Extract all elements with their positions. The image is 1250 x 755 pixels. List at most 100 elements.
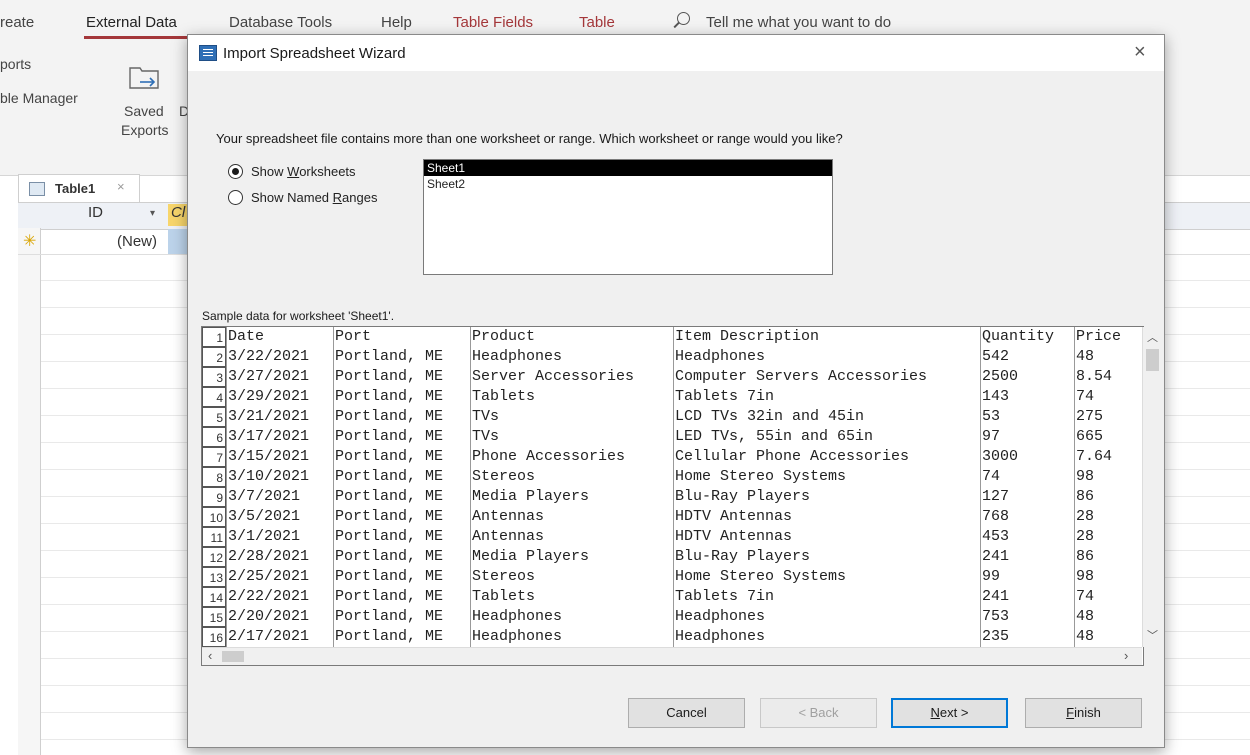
date-cell: 3/27/2021	[226, 367, 333, 387]
price-cell: 48	[1074, 627, 1142, 647]
saved-exports-label-line1[interactable]: Saved	[124, 103, 164, 119]
row-number: 12	[202, 547, 226, 567]
date-cell: 2/22/2021	[226, 587, 333, 607]
port-cell: Portland, ME	[333, 587, 470, 607]
price-cell: 7.64	[1074, 447, 1142, 467]
worksheet-item-sheet2[interactable]: Sheet2	[424, 176, 832, 192]
quantity-cell: 97	[980, 427, 1074, 447]
quantity-cell: 542	[980, 347, 1074, 367]
sample-data-row: 12 2/28/2021 Portland, ME Media Players Blu-…	[202, 547, 1142, 567]
scroll-left-icon[interactable]: ‹	[208, 648, 212, 663]
scroll-up-icon[interactable]: ︿	[1147, 329, 1158, 345]
port-cell: Portland, ME	[333, 427, 470, 447]
description-cell: Tablets 7in	[673, 587, 980, 607]
description-cell: Home Stereo Systems	[673, 567, 980, 587]
scroll-down-icon[interactable]: ﹀	[1147, 627, 1158, 643]
row-number: 15	[202, 607, 226, 627]
description-cell: Cellular Phone Accessories	[673, 447, 980, 467]
product-cell: Media Players	[470, 547, 673, 567]
close-icon[interactable]: ×	[117, 179, 125, 194]
close-icon[interactable]: ×	[1134, 41, 1146, 64]
show-worksheets-option[interactable]: Show Worksheets	[228, 162, 356, 180]
worksheet-listbox[interactable]: Sheet1 Sheet2	[423, 159, 833, 275]
description-cell: Headphones	[673, 627, 980, 647]
price-cell: 48	[1074, 607, 1142, 627]
product-cell: Product	[470, 327, 673, 347]
row-number: 13	[202, 567, 226, 587]
horizontal-scrollbar[interactable]: ‹ ›	[202, 647, 1142, 665]
chevron-down-icon[interactable]: ▾	[150, 208, 155, 219]
show-named-ranges-radio[interactable]	[228, 189, 243, 205]
quantity-cell: 235	[980, 627, 1074, 647]
price-cell: 275	[1074, 407, 1142, 427]
back-button[interactable]: < Back	[760, 698, 877, 728]
show-worksheets-label: Show Worksheets	[251, 163, 356, 179]
saved-exports-label-line2[interactable]: Exports	[121, 122, 168, 138]
date-cell: 3/7/2021	[226, 487, 333, 507]
sample-data-row: 7 3/15/2021 Portland, ME Phone Accessories C…	[202, 447, 1142, 467]
vertical-scrollbar[interactable]: ︿ ﹀	[1142, 327, 1162, 647]
port-cell: Portland, ME	[333, 487, 470, 507]
worksheet-item-sheet1[interactable]: Sheet1	[424, 160, 832, 176]
date-cell: 3/22/2021	[226, 347, 333, 367]
scroll-right-icon[interactable]: ›	[1124, 648, 1128, 663]
document-tab-table1[interactable]: Table1 ×	[18, 174, 140, 203]
vertical-scroll-thumb[interactable]	[1146, 349, 1159, 371]
quantity-cell: 3000	[980, 447, 1074, 467]
date-cell: 2/28/2021	[226, 547, 333, 567]
ribbon-linked-table-manager[interactable]: ble Manager	[0, 90, 78, 106]
cancel-button[interactable]: Cancel	[628, 698, 745, 728]
row-number: 14	[202, 587, 226, 607]
table-icon	[29, 182, 45, 196]
sample-data-row: 1 Date Port Product Item Description Quantity…	[202, 327, 1142, 347]
port-cell: Portland, ME	[333, 447, 470, 467]
import-spreadsheet-wizard-dialog: Import Spreadsheet Wizard × Your spreads…	[187, 34, 1165, 748]
description-cell: Tablets 7in	[673, 387, 980, 407]
row-number: 1	[202, 327, 226, 347]
tab-database-tools[interactable]: Database Tools	[229, 14, 332, 31]
record-selector-column	[18, 254, 41, 755]
product-cell: Headphones	[470, 347, 673, 367]
description-cell: Computer Servers Accessories	[673, 367, 980, 387]
row-number: 5	[202, 407, 226, 427]
tab-help[interactable]: Help	[381, 14, 412, 31]
quantity-cell: 241	[980, 547, 1074, 567]
product-cell: Antennas	[470, 507, 673, 527]
show-worksheets-radio[interactable]	[228, 163, 243, 179]
row-number: 10	[202, 507, 226, 527]
price-cell: 86	[1074, 547, 1142, 567]
tab-table[interactable]: Table	[579, 14, 615, 31]
row-number: 6	[202, 427, 226, 447]
date-cell: 2/20/2021	[226, 607, 333, 627]
quantity-cell: 143	[980, 387, 1074, 407]
sample-data-row: 11 3/1/2021 Portland, ME Antennas HDTV Anten…	[202, 527, 1142, 547]
price-cell: 86	[1074, 487, 1142, 507]
show-named-ranges-label: Show Named Ranges	[251, 189, 378, 205]
date-cell: 3/21/2021	[226, 407, 333, 427]
next-button[interactable]: Next >	[891, 698, 1008, 728]
sample-data-preview[interactable]: 1 Date Port Product Item Description Quantity…	[201, 326, 1162, 666]
tab-create[interactable]: reate	[0, 14, 34, 31]
quantity-cell: 127	[980, 487, 1074, 507]
port-cell: Portland, ME	[333, 467, 470, 487]
description-cell: Headphones	[673, 347, 980, 367]
product-cell: Antennas	[470, 527, 673, 547]
finish-button[interactable]: Finish	[1025, 698, 1142, 728]
wizard-prompt: Your spreadsheet file contains more than…	[216, 131, 843, 146]
row-number: 2	[202, 347, 226, 367]
show-named-ranges-option[interactable]: Show Named Ranges	[228, 188, 377, 206]
product-cell: Tablets	[470, 587, 673, 607]
new-record-cell[interactable]	[168, 229, 188, 254]
horizontal-scroll-thumb[interactable]	[222, 651, 244, 662]
price-cell: 8.54	[1074, 367, 1142, 387]
date-cell: 3/17/2021	[226, 427, 333, 447]
product-cell: Stereos	[470, 567, 673, 587]
tab-external-data[interactable]: External Data	[86, 14, 177, 31]
dialog-titlebar: Import Spreadsheet Wizard ×	[188, 35, 1164, 71]
sample-data-row: 5 3/21/2021 Portland, ME TVs LCD TVs 32in an…	[202, 407, 1142, 427]
ribbon-imports-item[interactable]: ports	[0, 56, 31, 72]
column-header-id[interactable]: ID	[88, 204, 103, 221]
port-cell: Portland, ME	[333, 567, 470, 587]
tab-table-fields[interactable]: Table Fields	[453, 14, 533, 31]
tell-me-box[interactable]: Tell me what you want to do	[706, 14, 891, 31]
